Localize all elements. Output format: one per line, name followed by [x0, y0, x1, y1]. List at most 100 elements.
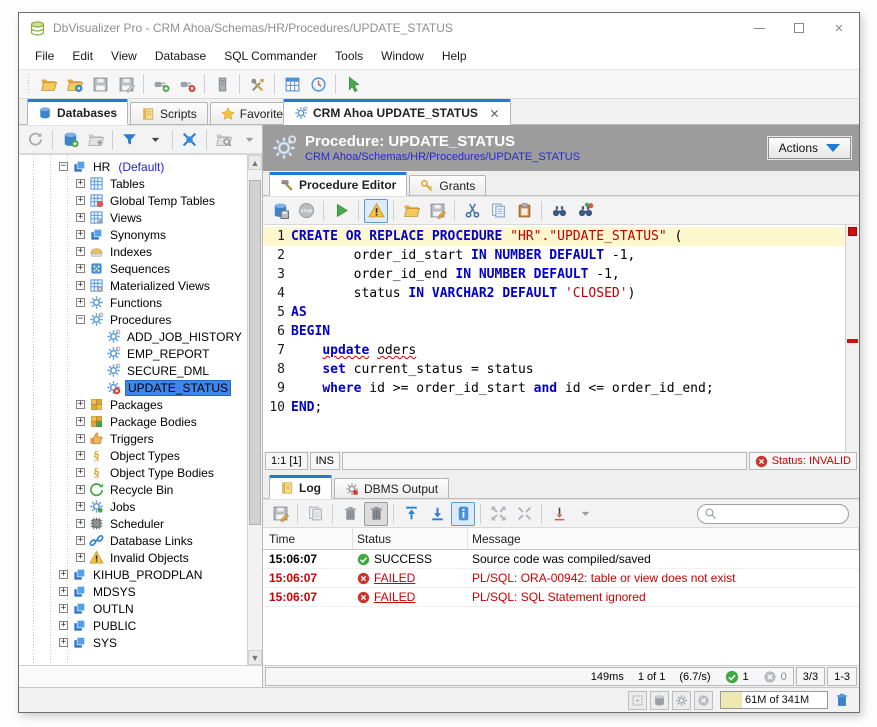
- maximize-button[interactable]: [779, 13, 819, 43]
- tree-item-outln[interactable]: +OUTLN: [19, 600, 247, 617]
- expand-node-icon[interactable]: +: [59, 638, 68, 647]
- log-column-status[interactable]: Status: [353, 528, 468, 549]
- copy-gray-button[interactable]: [303, 502, 327, 526]
- tree-item-functions[interactable]: +Functions: [19, 294, 247, 311]
- find-replace-button[interactable]: [573, 199, 597, 223]
- save-edit-button[interactable]: [425, 199, 449, 223]
- filter-button[interactable]: [118, 128, 141, 152]
- tree-item-object-type-bodies[interactable]: +§Object Type Bodies: [19, 464, 247, 481]
- log-search-box[interactable]: [697, 504, 849, 524]
- tree-item-object-types[interactable]: +§Object Types: [19, 447, 247, 464]
- gc-trash-button[interactable]: [831, 692, 853, 708]
- tree-item-add-job-history[interactable]: ADD_JOB_HISTORY: [19, 328, 247, 345]
- toolbar-grip[interactable]: [26, 74, 32, 94]
- expand-node-icon[interactable]: +: [76, 230, 85, 239]
- tree-item-public[interactable]: +PUBLIC: [19, 617, 247, 634]
- tree-item-database-links[interactable]: +Database Links: [19, 532, 247, 549]
- minimize-button[interactable]: [739, 13, 779, 43]
- code-area[interactable]: 1CREATE OR REPLACE PROCEDURE "HR"."UPDAT…: [263, 225, 845, 451]
- tree-item-views[interactable]: +Views: [19, 209, 247, 226]
- tab-databases[interactable]: Databases: [27, 99, 128, 125]
- expand-node-icon[interactable]: +: [76, 519, 85, 528]
- tree-item-hr[interactable]: −HR(Default): [19, 158, 247, 175]
- expand-node-icon[interactable]: +: [76, 502, 85, 511]
- warning-btn-button[interactable]: [364, 199, 388, 223]
- memory-indicator[interactable]: 61M of 341M: [720, 691, 828, 709]
- log-search-input[interactable]: [717, 508, 842, 520]
- gear-status-button[interactable]: [672, 691, 691, 710]
- expand-node-icon[interactable]: +: [76, 247, 85, 256]
- collapse-all-button[interactable]: [178, 128, 201, 152]
- log-column-time[interactable]: Time: [263, 528, 353, 549]
- connect-button[interactable]: [149, 72, 173, 96]
- expand-node-icon[interactable]: +: [76, 536, 85, 545]
- expand-node-icon[interactable]: +: [76, 417, 85, 426]
- tree-item-global-temp-tables[interactable]: +Global Temp Tables: [19, 192, 247, 209]
- save-gray-button[interactable]: [88, 72, 112, 96]
- db-add-button[interactable]: [58, 128, 81, 152]
- open-folder-button[interactable]: [36, 72, 60, 96]
- expand-node-icon[interactable]: +: [76, 281, 85, 290]
- error-mark-top[interactable]: [848, 227, 857, 236]
- copy-button[interactable]: [486, 199, 510, 223]
- tree-item-update-status[interactable]: UPDATE_STATUS: [19, 379, 247, 396]
- log-tab-log[interactable]: Log: [269, 475, 332, 499]
- find-button[interactable]: [547, 199, 571, 223]
- tree-item-indexes[interactable]: +Indexes: [19, 243, 247, 260]
- tree-item-synonyms[interactable]: +Synonyms: [19, 226, 247, 243]
- tree-scrollbar[interactable]: ▲ ▼: [247, 155, 262, 665]
- folder-gear-button[interactable]: [62, 72, 86, 96]
- log-row[interactable]: 15:06:07SUCCESSSource code was compiled/…: [263, 550, 859, 569]
- subtab-grants[interactable]: Grants: [409, 175, 486, 195]
- actions-button[interactable]: Actions: [768, 137, 851, 159]
- expand-node-icon[interactable]: +: [76, 264, 85, 273]
- tree-item-procedures[interactable]: −Procedures: [19, 311, 247, 328]
- scroll-thumb[interactable]: [249, 180, 261, 526]
- expand-node-icon[interactable]: +: [76, 400, 85, 409]
- tree-item-mdsys[interactable]: +MDSYS: [19, 583, 247, 600]
- trash-button[interactable]: [338, 502, 362, 526]
- tail-button[interactable]: [547, 502, 571, 526]
- grid-status-button[interactable]: [628, 691, 647, 710]
- save-edit-gray-button[interactable]: [114, 72, 138, 96]
- folder-add-button[interactable]: [84, 128, 107, 152]
- database-status-button[interactable]: [650, 691, 669, 710]
- collapse-node-icon[interactable]: −: [76, 315, 85, 324]
- tree-item-kihub-prodplan[interactable]: +KIHUB_PRODPLAN: [19, 566, 247, 583]
- expand-node-icon[interactable]: +: [59, 587, 68, 596]
- tree-item-scheduler[interactable]: +Scheduler: [19, 515, 247, 532]
- disconnect-button[interactable]: [175, 72, 199, 96]
- object-breadcrumb[interactable]: CRM Ahoa/Schemas/HR/Procedures/UPDATE_ST…: [305, 151, 768, 164]
- tree-item-jobs[interactable]: +Jobs: [19, 498, 247, 515]
- dropdown-gray-button[interactable]: [238, 128, 261, 152]
- menu-edit[interactable]: Edit: [72, 49, 93, 63]
- tree-item-materialized-views[interactable]: +Materialized Views: [19, 277, 247, 294]
- tree-item-invalid-objects[interactable]: +Invalid Objects: [19, 549, 247, 566]
- execute-button[interactable]: [329, 199, 353, 223]
- log-row[interactable]: 15:06:07FAILEDPL/SQL: ORA-00942: table o…: [263, 569, 859, 588]
- tree-item-sequences[interactable]: +Sequences: [19, 260, 247, 277]
- scroll-down-icon[interactable]: ▼: [248, 650, 262, 665]
- tools-button[interactable]: [245, 72, 269, 96]
- open-folder-button[interactable]: [399, 199, 423, 223]
- log-tab-dbms-output[interactable]: DBMS Output: [334, 478, 449, 498]
- menu-tools[interactable]: Tools: [335, 49, 363, 63]
- save-edit-button[interactable]: [268, 502, 292, 526]
- close-button[interactable]: ×: [819, 13, 859, 43]
- error-mark-line7[interactable]: [847, 339, 858, 343]
- refresh-button[interactable]: [24, 128, 47, 152]
- subtab-procedure-editor[interactable]: Procedure Editor: [269, 172, 407, 196]
- tree-item-triggers[interactable]: +Triggers: [19, 430, 247, 447]
- folder-find-button[interactable]: [212, 128, 235, 152]
- expand-node-icon[interactable]: +: [76, 196, 85, 205]
- tree-item-emp-report[interactable]: EMP_REPORT: [19, 345, 247, 362]
- expand-node-icon[interactable]: +: [76, 485, 85, 494]
- tree-item-secure-dml[interactable]: SECURE_DML: [19, 362, 247, 379]
- clock-button[interactable]: [306, 72, 330, 96]
- stop-button[interactable]: STOP: [294, 199, 318, 223]
- expand-node-icon[interactable]: +: [76, 468, 85, 477]
- log-column-message[interactable]: Message: [468, 528, 859, 549]
- server-button[interactable]: [210, 72, 234, 96]
- expand-node-icon[interactable]: +: [76, 434, 85, 443]
- sql-editor[interactable]: 1CREATE OR REPLACE PROCEDURE "HR"."UPDAT…: [263, 225, 859, 451]
